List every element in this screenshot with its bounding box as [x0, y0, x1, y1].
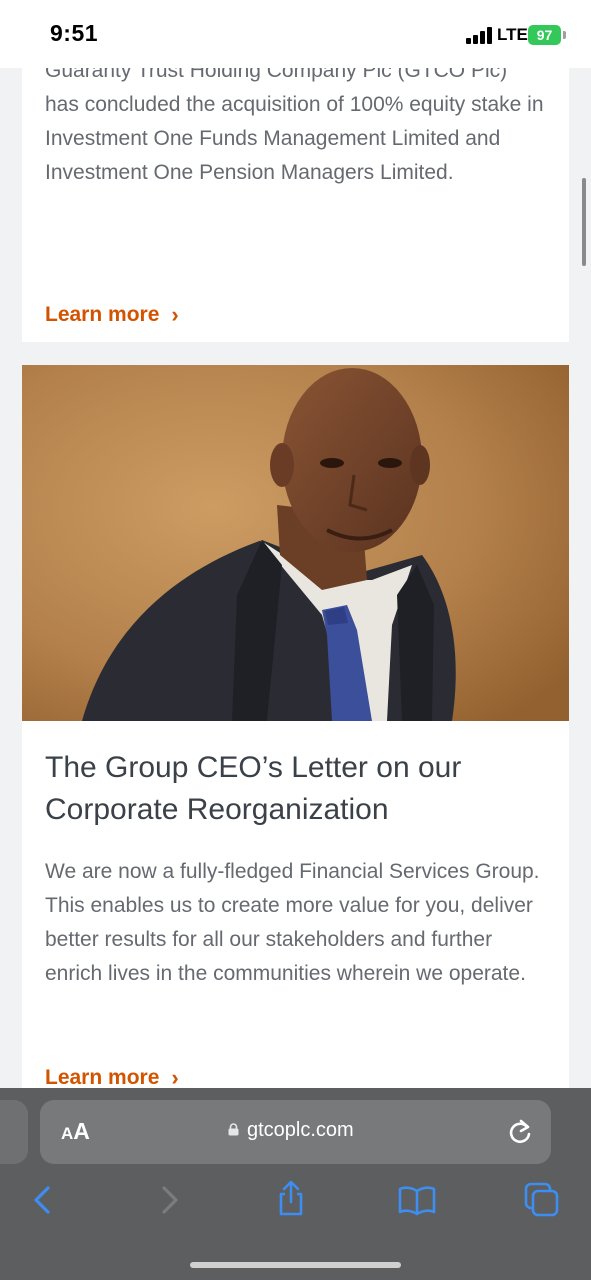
url-text[interactable]: gtcoplc.com: [247, 1119, 354, 1142]
page-scrollbar[interactable]: [582, 178, 586, 266]
news-card-acquisition: Guaranty Trust Holding Company Plc (GTCO…: [22, 40, 569, 342]
chevron-right-icon: ›: [171, 302, 179, 327]
ceo-portrait-image: [22, 365, 569, 721]
tabs-icon[interactable]: [524, 1182, 560, 1218]
text-size-button[interactable]: AA: [61, 1118, 90, 1145]
learn-more-link[interactable]: Learn more ›: [45, 302, 179, 328]
address-bar[interactable]: AA gtcoplc.com: [40, 1100, 551, 1164]
card-title: The Group CEO’s Letter on our Corporate …: [45, 751, 462, 826]
ceo-portrait-illustration: [22, 365, 569, 721]
battery-icon: 97: [528, 25, 561, 45]
forward-icon[interactable]: [154, 1184, 184, 1216]
home-indicator[interactable]: [190, 1262, 401, 1268]
bookmarks-icon[interactable]: [398, 1184, 436, 1216]
lock-icon: [228, 1123, 239, 1136]
previous-tab-edge[interactable]: [0, 1100, 28, 1164]
learn-more-label: Learn more: [45, 303, 160, 326]
status-bar: 9:51 LTE 97: [0, 0, 591, 68]
back-icon[interactable]: [28, 1184, 58, 1216]
browser-toolbar: AA gtcoplc.com: [0, 1088, 591, 1280]
share-icon[interactable]: [276, 1180, 306, 1216]
reload-icon[interactable]: [507, 1118, 533, 1146]
card-description: We are now a fully-fledged Financial Ser…: [45, 860, 540, 985]
battery-tip: [563, 31, 566, 39]
news-card-ceo-letter: The Group CEO’s Letter on our Corporate …: [22, 365, 569, 1090]
network-type: LTE: [497, 25, 528, 44]
signal-icon: [466, 27, 494, 44]
card-description: Guaranty Trust Holding Company Plc (GTCO…: [45, 59, 544, 184]
learn-more-label: Learn more: [45, 1066, 160, 1089]
status-time: 9:51: [50, 20, 99, 46]
